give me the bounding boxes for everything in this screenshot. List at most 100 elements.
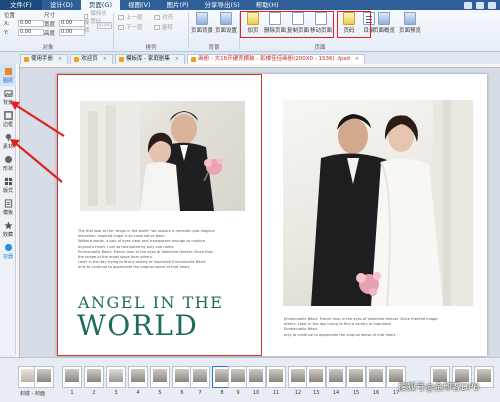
thumb-number: 16	[372, 390, 380, 396]
rotate-input[interactable]: 0.00	[96, 22, 112, 29]
rotate-label: 旋转	[84, 19, 90, 34]
height-input[interactable]: 0.00	[59, 29, 85, 36]
thumb-number: 14	[332, 390, 340, 396]
ribbon: 位置 尺寸 X: 0.00 Y: 0.00 宽度 0.00 高度 0.00 对象 保持长…	[0, 10, 500, 52]
thumb-page-6[interactable]	[172, 366, 192, 388]
menu-image[interactable]: 图片(P)	[159, 0, 197, 10]
thumb-number: 11	[272, 390, 280, 396]
tab-manual[interactable]: 使用手册 ×	[20, 54, 69, 64]
arrow-head-icon	[10, 101, 20, 110]
page-overview-button[interactable]: 页面概览	[372, 10, 396, 34]
tool-container[interactable]: 容器	[0, 240, 16, 262]
thumb-number: 5	[158, 390, 162, 396]
menu-view[interactable]: 视图(V)	[120, 0, 159, 10]
thumb-number: 1	[70, 390, 74, 396]
thumb-page-12[interactable]	[288, 366, 308, 388]
object-group: 位置 尺寸 X: 0.00 Y: 0.00 宽度 0.00 高度 0.00 对象	[2, 10, 94, 52]
menu-help[interactable]: 帮助(H)	[248, 0, 287, 10]
tab-file-icon	[191, 57, 197, 62]
thumb-page-1[interactable]	[62, 366, 82, 388]
page-background-button[interactable]: 页面背景	[191, 10, 213, 34]
menu-file[interactable]: 文件(F)	[0, 0, 42, 10]
menu-bar: 文件(F) 设计(D) 页面(G) 视图(V) 图片(P) 分享导出(S) 帮助…	[0, 0, 500, 10]
thumb-number: 15	[352, 390, 360, 396]
background-group-label: 背景	[208, 45, 220, 51]
star-icon	[3, 220, 13, 229]
maximize-icon[interactable]	[476, 1, 484, 9]
rotate-icon	[154, 24, 160, 30]
y-label: Y:	[4, 29, 9, 36]
tab-file-icon	[74, 57, 80, 62]
width-input[interactable]: 0.00	[59, 20, 85, 27]
thumb-page-15[interactable]	[346, 366, 366, 388]
tool-template[interactable]: 模板	[0, 196, 16, 218]
x-input[interactable]: 0.00	[18, 20, 44, 27]
page-preview-icon	[404, 12, 416, 25]
thumb-page-13[interactable]	[306, 366, 326, 388]
cover-label: 封底 - 封面	[20, 391, 45, 397]
arrange-group: 上一层 下一层 对齐 旋转 排列	[114, 10, 188, 52]
thumb-cover-back[interactable]	[34, 366, 54, 388]
thumb-page-14[interactable]	[326, 366, 346, 388]
couple-photo-right-image	[311, 100, 473, 306]
menu-share-export[interactable]: 分享导出(S)	[197, 0, 248, 10]
align-button[interactable]: 对齐	[154, 13, 173, 21]
align-icon	[154, 14, 160, 20]
container-icon	[4, 243, 12, 251]
arrange-group-label: 排列	[145, 45, 157, 51]
document-tabs: 使用手册 × 欢迎页 × 模板库 - 家庭剧集 × 画册 - 大16开硬壳横装 - 影…	[0, 52, 500, 64]
thumb-number: 13	[312, 390, 320, 396]
close-tab-icon[interactable]: ×	[103, 55, 107, 64]
tab-file-icon	[24, 57, 29, 62]
thumb-number: 10	[252, 390, 260, 396]
tab-file-icon	[118, 57, 124, 62]
close-tab-icon[interactable]: ×	[58, 55, 62, 64]
page-settings-button[interactable]: 页面设置	[215, 10, 237, 34]
watermark: 搜狐号@金印客DPB	[398, 383, 480, 393]
left-body-text[interactable]: The first look at the "angel in the worl…	[78, 229, 248, 271]
highlight-box-page-actions	[240, 11, 334, 38]
width-label: 宽度	[44, 21, 56, 28]
up-one-icon	[118, 14, 124, 20]
y-input[interactable]: 0.00	[18, 29, 44, 36]
right-page[interactable]: Emmanuelle Béart. French man in the eyes…	[272, 74, 487, 356]
menu-design[interactable]: 设计(D)	[42, 0, 81, 10]
page-settings-icon	[220, 12, 232, 25]
tool-favorites[interactable]: 收藏	[0, 218, 16, 240]
minimize-icon[interactable]	[464, 1, 472, 9]
title-world[interactable]: WORLD	[77, 309, 198, 342]
page-preview-button[interactable]: 页面预览	[398, 10, 422, 34]
close-tab-icon[interactable]: ×	[355, 55, 359, 64]
close-icon[interactable]	[488, 1, 496, 9]
thumb-page-5[interactable]	[150, 366, 170, 388]
x-label: X:	[4, 20, 10, 27]
thumb-page-3[interactable]	[106, 366, 126, 388]
thumb-page-10[interactable]	[246, 366, 266, 388]
rotate-button[interactable]: 旋转	[154, 23, 173, 31]
thumb-number: 7	[198, 390, 202, 396]
thumb-page-9[interactable]	[228, 366, 248, 388]
couple-photo-right[interactable]	[283, 100, 473, 306]
thumb-page-7[interactable]	[190, 366, 210, 388]
thumb-number: 4	[136, 390, 140, 396]
tab-welcome[interactable]: 欢迎页 ×	[70, 54, 113, 64]
thumb-page-2[interactable]	[84, 366, 104, 388]
window-controls	[464, 1, 500, 9]
position-label: 位置	[4, 13, 16, 19]
size-label: 尺寸	[44, 13, 56, 19]
page-overview-icon	[378, 12, 390, 25]
thumb-number: 9	[236, 390, 240, 396]
close-tab-icon[interactable]: ×	[175, 55, 179, 64]
right-body-text[interactable]: Emmanuelle Béart. French man in the eyes…	[284, 317, 474, 338]
tab-template-library[interactable]: 模板库 - 家庭剧集 ×	[114, 54, 186, 64]
thumb-number: 3	[114, 390, 118, 396]
thumb-page-11[interactable]	[266, 366, 286, 388]
thumb-page-4[interactable]	[128, 366, 148, 388]
down-one-layer-button[interactable]: 下一层	[118, 23, 143, 31]
background-group: 页面背景 页面设置 背景	[189, 10, 239, 52]
up-one-layer-button[interactable]: 上一层	[118, 13, 143, 21]
object-group-label: 对象	[42, 45, 54, 51]
tab-album-document[interactable]: 画册 - 大16开硬壳横装 - 影楼佳佳画册(200X0 - 1536) .fp…	[187, 54, 366, 64]
thumb-number: 2	[92, 390, 96, 396]
thumb-page-16[interactable]	[366, 366, 386, 388]
